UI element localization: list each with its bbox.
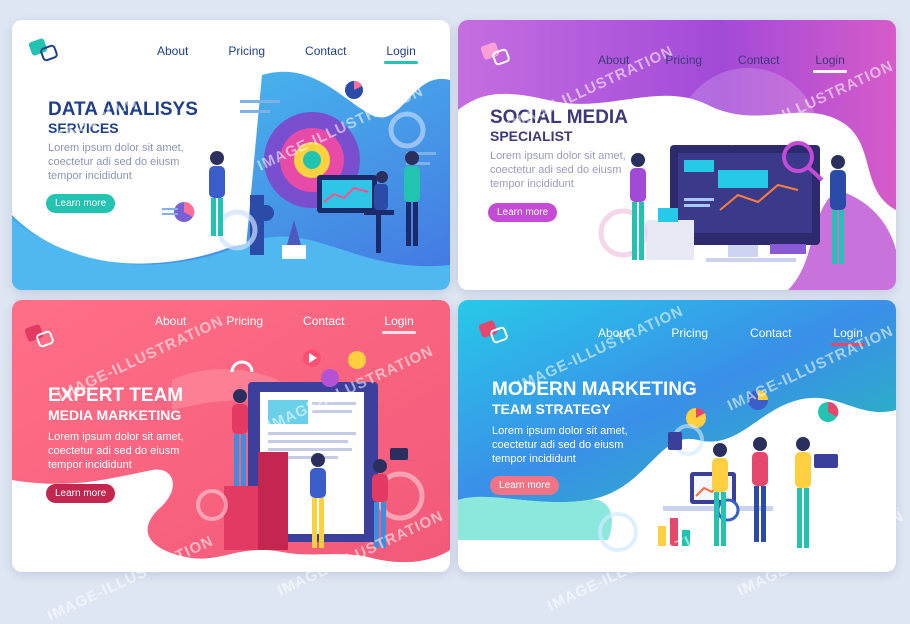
nav-pricing-link[interactable]: Pricing bbox=[665, 53, 702, 67]
nav-contact-link[interactable]: Contact bbox=[750, 326, 791, 340]
logo-icon bbox=[478, 320, 508, 344]
hero-description: Lorem ipsum dolor sit amet, coectetur ad… bbox=[492, 425, 628, 465]
nav-contact-link[interactable]: Contact bbox=[738, 53, 779, 67]
hero-subtitle: SPECIALIST bbox=[490, 128, 573, 144]
top-nav: About Pricing Contact Login bbox=[598, 53, 881, 73]
logo-icon bbox=[28, 38, 58, 62]
top-nav: About Pricing Contact Login bbox=[157, 44, 450, 64]
nav-about-link[interactable]: About bbox=[598, 326, 629, 340]
hero-title: EXPERT TEAM bbox=[48, 385, 184, 406]
nav-login-link[interactable]: Login bbox=[382, 314, 417, 334]
nav-pricing-link[interactable]: Pricing bbox=[226, 314, 263, 328]
nav-contact-link[interactable]: Contact bbox=[305, 44, 346, 58]
nav-about-link[interactable]: About bbox=[155, 314, 186, 328]
nav-login-link[interactable]: Login bbox=[813, 53, 848, 73]
nav-login-link[interactable]: Login bbox=[831, 326, 866, 346]
learn-more-button[interactable]: Learn more bbox=[46, 484, 116, 503]
landing-card-data-analysis: About Pricing Contact Login DATA ANALISY… bbox=[12, 20, 450, 290]
logo-icon bbox=[480, 42, 510, 66]
landing-card-social-media: About Pricing Contact Login SOCIAL MEDIA… bbox=[458, 20, 896, 290]
landing-card-modern-marketing: About Pricing Contact Login MODERN MARKE… bbox=[458, 300, 896, 572]
landing-card-expert-team: About Pricing Contact Login EXPERT TEAM … bbox=[12, 300, 450, 572]
logo-icon bbox=[24, 324, 54, 348]
hero-description: Lorem ipsum dolor sit amet, coectetur ad… bbox=[490, 150, 626, 190]
nav-pricing-link[interactable]: Pricing bbox=[671, 326, 708, 340]
hero-title: DATA ANALISYS bbox=[48, 99, 198, 120]
hero-description: Lorem ipsum dolor sit amet, coectetur ad… bbox=[48, 142, 184, 182]
nav-contact-link[interactable]: Contact bbox=[303, 314, 344, 328]
learn-more-button[interactable]: Learn more bbox=[46, 194, 116, 213]
learn-more-button[interactable]: Learn more bbox=[490, 476, 560, 495]
nav-pricing-link[interactable]: Pricing bbox=[228, 44, 265, 58]
top-nav: About Pricing Contact Login bbox=[598, 326, 896, 346]
hero-title: MODERN MARKETING bbox=[492, 379, 697, 400]
hero-title: SOCIAL MEDIA bbox=[490, 107, 628, 128]
nav-about-link[interactable]: About bbox=[157, 44, 188, 58]
learn-more-button[interactable]: Learn more bbox=[488, 203, 558, 222]
nav-login-link[interactable]: Login bbox=[384, 44, 419, 64]
hero-subtitle: SERVICES bbox=[48, 120, 119, 136]
hero-description: Lorem ipsum dolor sit amet, coectetur ad… bbox=[48, 431, 184, 471]
top-nav: About Pricing Contact Login bbox=[155, 314, 450, 334]
nav-about-link[interactable]: About bbox=[598, 53, 629, 67]
hero-subtitle: TEAM STRATEGY bbox=[492, 401, 611, 417]
hero-subtitle: MEDIA MARKETING bbox=[48, 407, 182, 423]
